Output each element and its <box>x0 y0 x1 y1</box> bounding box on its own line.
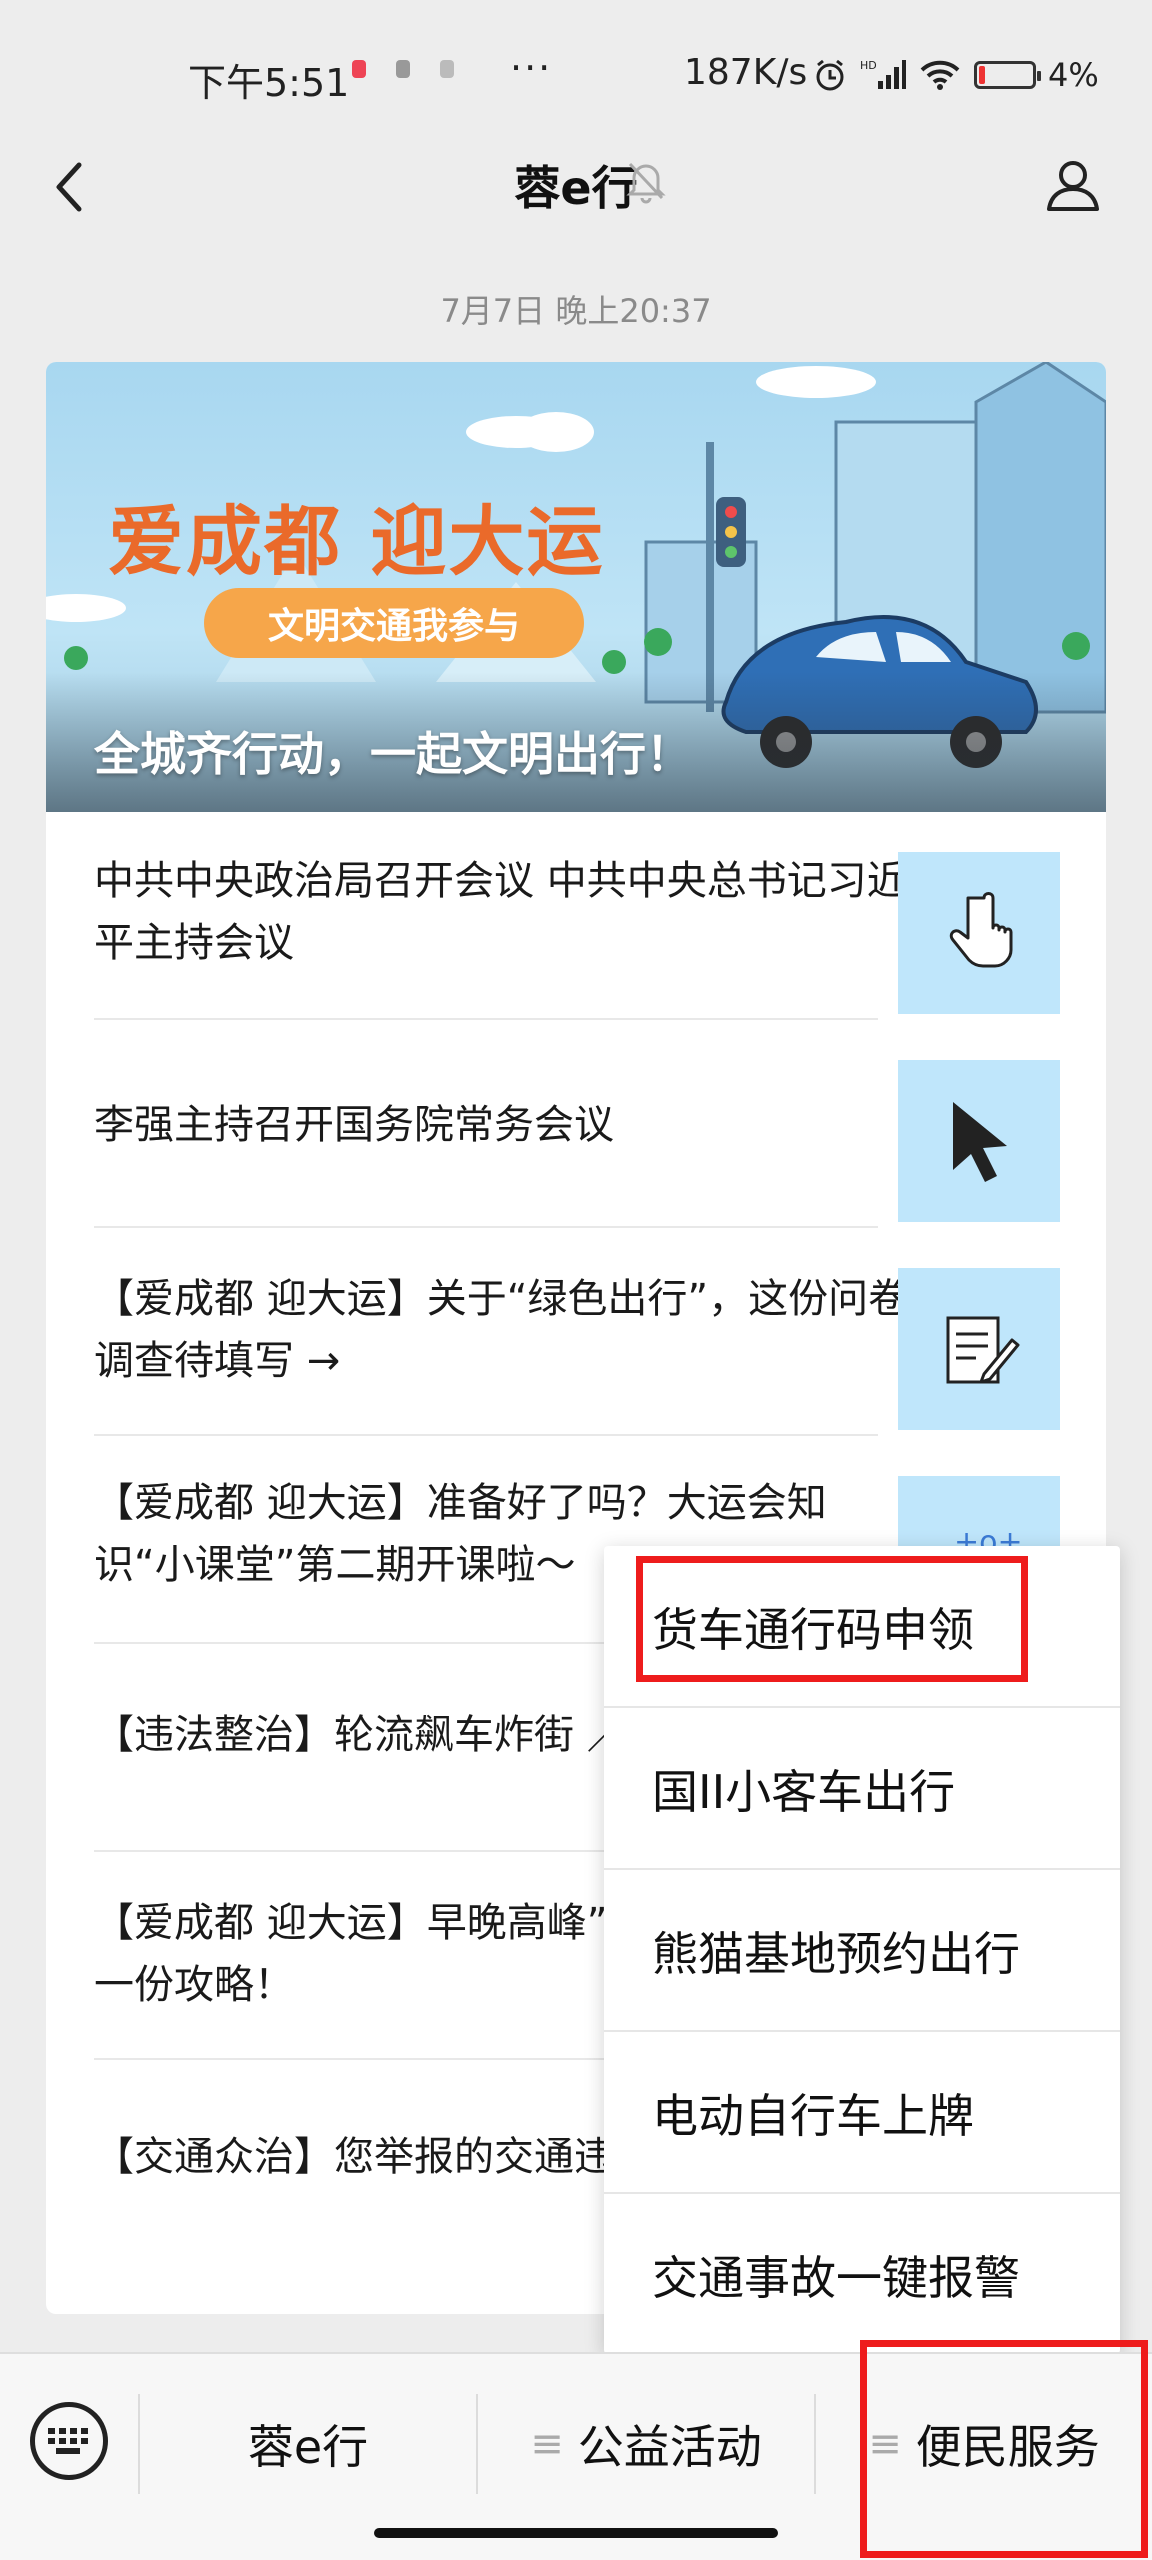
system-icons: HD 4% <box>812 56 1099 94</box>
submenu-item-accident-report[interactable]: 交通事故一键报警 <box>604 2194 1120 2356</box>
notification-icons <box>352 60 454 78</box>
submenu-item-panda-base[interactable]: 熊猫基地预约出行 <box>604 1870 1120 2032</box>
network-type-label: HD <box>860 59 877 72</box>
status-bar: 下午5:51 ··· 187K/s HD 4% <box>0 0 1152 150</box>
article-thumbnail <box>898 852 1060 1014</box>
submenu-item-label: 电动自行车上牌 <box>652 2089 974 2143</box>
keyboard-button[interactable] <box>30 2402 108 2480</box>
document-edit-icon <box>946 1316 1020 1384</box>
article-thumbnail <box>898 1060 1060 1222</box>
menu-rongexing[interactable]: 蓉e行 <box>140 2394 476 2494</box>
chat-title: 蓉e行 <box>514 161 638 215</box>
chat-header: 蓉e行 <box>0 130 1152 250</box>
submenu-item-label: 熊猫基地预约出行 <box>652 1927 1020 1981</box>
bell-muted-icon <box>626 162 666 204</box>
battery-percent: 4% <box>1048 56 1099 94</box>
article-title: 中共中央政治局召开会议 中共中央总书记习近平主持会议 <box>94 858 907 966</box>
menu-public-welfare[interactable]: ≡ 公益活动 <box>478 2394 814 2494</box>
article-item[interactable]: 李强主持召开国务院常务会议 <box>46 1020 1106 1228</box>
menu-lines-icon: ≡ <box>530 2421 564 2467</box>
banner-caption: 全城齐行动，一起文明出行！ <box>94 727 692 781</box>
cursor-arrow-icon <box>953 1102 1007 1182</box>
battery-icon <box>974 61 1041 89</box>
wifi-icon <box>920 60 960 90</box>
article-item[interactable]: 【爱成都 迎大运】关于“绿色出行”，这份问卷调查待填写 → <box>46 1228 1106 1436</box>
highlight-box <box>860 2340 1148 2558</box>
status-time: 下午5:51 <box>188 61 350 105</box>
menu-label: 公益活动 <box>577 2420 762 2474</box>
person-icon <box>1047 161 1099 211</box>
hand-pointer-icon <box>949 892 1013 968</box>
keyboard-icon <box>48 2428 88 2454</box>
article-thumbnail <box>898 1268 1060 1430</box>
article-title: 李强主持召开国务院常务会议 <box>94 1102 614 1148</box>
article-title: 【爱成都 迎大运】关于“绿色出行”，这份问卷调查待填写 → <box>94 1276 909 1384</box>
submenu-item-guo2-car[interactable]: 国II小客车出行 <box>604 1708 1120 1870</box>
banner-title: 爱成都 迎大运 <box>108 497 605 586</box>
submenu-item-ebike-plate[interactable]: 电动自行车上牌 <box>604 2032 1120 2194</box>
app-notification-icon <box>396 60 410 78</box>
highlight-box <box>636 1556 1028 1682</box>
message-timestamp: 7月7日 晚上20:37 <box>440 292 712 330</box>
article-item[interactable]: 中共中央政治局召开会议 中共中央总书记习近平主持会议 <box>46 812 1106 1020</box>
submenu-item-label: 国II小客车出行 <box>652 1765 956 1819</box>
app-notification-icon <box>440 60 454 78</box>
network-speed: 187K/s <box>684 52 808 93</box>
more-notifications-icon: ··· <box>510 46 553 90</box>
profile-button[interactable] <box>1038 150 1108 220</box>
submenu-item-label: 交通事故一键报警 <box>652 2251 1020 2305</box>
app-notification-icon <box>352 60 366 78</box>
menu-label: 蓉e行 <box>247 2420 369 2474</box>
banner-slogan: 文明交通我参与 <box>204 588 584 658</box>
alarm-icon <box>816 59 844 91</box>
home-indicator[interactable] <box>374 2528 778 2538</box>
signal-icon: HD <box>860 59 906 89</box>
banner-article[interactable]: 爱成都 迎大运 文明交通我参与 全城齐行动，一起文明出行！ <box>46 362 1106 812</box>
